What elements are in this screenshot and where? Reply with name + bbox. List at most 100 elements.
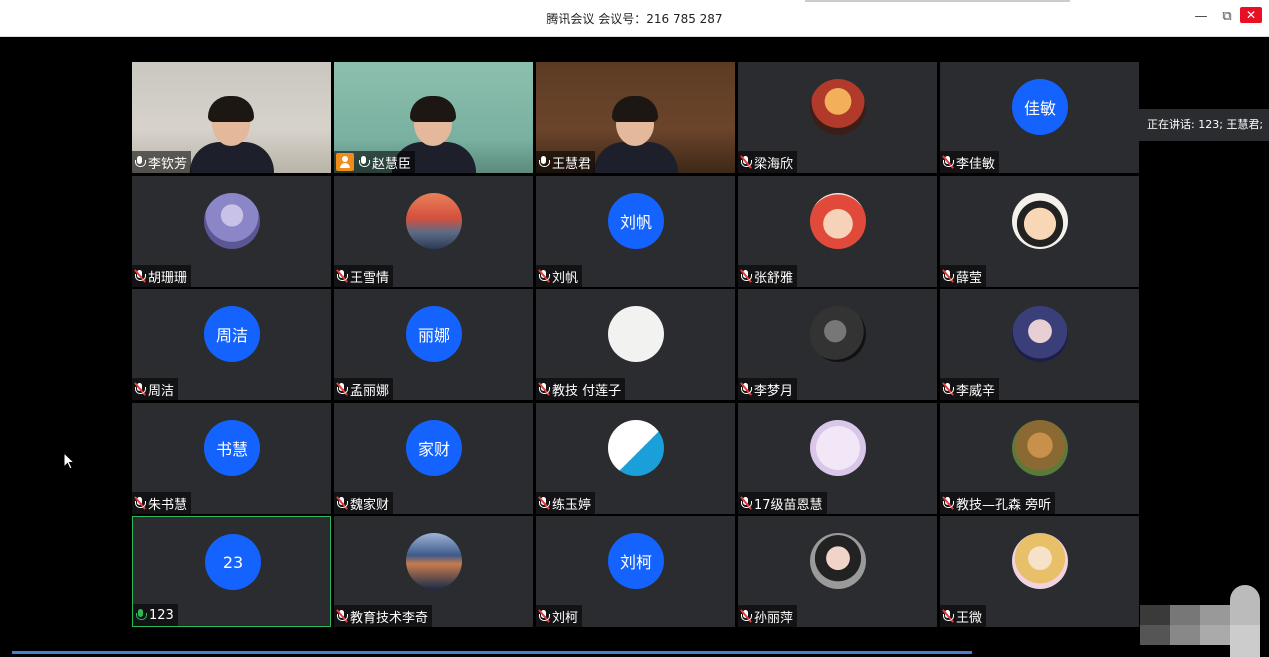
participant-tile[interactable]: 胡珊珊 xyxy=(132,176,331,287)
participant-nameplate: 李钦芳 xyxy=(132,151,192,173)
host-icon xyxy=(336,153,354,171)
mic-icon xyxy=(134,155,146,169)
participant-nameplate: 胡珊珊 xyxy=(132,265,192,287)
mic-slash xyxy=(538,496,550,510)
participant-nameplate: 练玉婷 xyxy=(536,492,596,514)
participant-nameplate: 教技—孔森 旁听 xyxy=(940,492,1056,514)
avatar-initials: 周洁 xyxy=(204,306,260,362)
participant-tile[interactable]: 23 123 xyxy=(132,516,331,627)
photo-avatar xyxy=(204,193,260,249)
participant-tile[interactable]: 教技—孔森 旁听 xyxy=(940,403,1139,514)
participant-tile[interactable]: 王微 xyxy=(940,516,1139,627)
mic-muted-icon xyxy=(538,609,550,623)
participant-name: 孟丽娜 xyxy=(350,383,390,399)
close-button[interactable]: ✕ xyxy=(1240,7,1262,23)
participant-nameplate: 朱书慧 xyxy=(132,492,192,514)
selfie-avatar xyxy=(810,533,866,589)
avatar-initials: 刘帆 xyxy=(608,193,664,249)
participant-nameplate: 17级苗恩慧 xyxy=(738,492,827,514)
minimize-button[interactable]: — xyxy=(1190,8,1212,26)
mic-slash xyxy=(740,155,752,169)
participant-name: 王微 xyxy=(956,610,983,626)
mouse-cursor xyxy=(63,451,76,474)
mic-muted-icon xyxy=(740,496,752,510)
participant-tile[interactable]: 王慧君 xyxy=(536,62,735,173)
participant-name: 胡珊珊 xyxy=(148,270,188,286)
princess-avatar xyxy=(1012,533,1068,589)
mic-slash xyxy=(134,269,146,283)
participant-tile[interactable]: 刘柯 刘柯 xyxy=(536,516,735,627)
participant-name: 朱书慧 xyxy=(148,497,188,513)
participant-nameplate: 魏家财 xyxy=(334,492,394,514)
participant-tile[interactable]: 李威辛 xyxy=(940,289,1139,400)
participant-tile[interactable]: 李钦芳 xyxy=(132,62,331,173)
mic-muted-icon xyxy=(538,382,550,396)
mic-slash xyxy=(942,496,954,510)
participant-tile[interactable]: 练玉婷 xyxy=(536,403,735,514)
mic-muted-icon xyxy=(134,382,146,396)
mic-slash xyxy=(336,496,348,510)
participant-name: 魏家财 xyxy=(350,497,390,513)
mic-muted-icon xyxy=(538,269,550,283)
mic-slash xyxy=(538,269,550,283)
restore-button[interactable]: ⧉ xyxy=(1216,8,1238,26)
mic-slash xyxy=(740,609,752,623)
anime-boy-avatar xyxy=(1012,306,1068,362)
participant-tile[interactable]: 孙丽萍 xyxy=(738,516,937,627)
mic-slash xyxy=(538,382,550,396)
participant-nameplate: 李梦月 xyxy=(738,378,798,400)
participant-tile[interactable]: 教育技术李奇 xyxy=(334,516,533,627)
mic-slash xyxy=(740,496,752,510)
progress-bar xyxy=(12,651,972,654)
participant-tile[interactable]: 家财 魏家财 xyxy=(334,403,533,514)
participant-nameplate: 赵慧臣 xyxy=(334,151,416,173)
participant-nameplate: 教技 付莲子 xyxy=(536,378,626,400)
participant-grid: 李钦芳 赵慧臣 王慧君 梁海欣 佳敏 李佳敏胡珊珊 王雪情 刘帆 刘帆张舒雅 薛莹周洁 周洁 丽娜 孟丽… xyxy=(132,62,1139,627)
mic-icon xyxy=(358,155,370,169)
participant-tile[interactable]: 薛莹 xyxy=(940,176,1139,287)
participant-nameplate: 刘柯 xyxy=(536,605,583,627)
participant-name: 123 xyxy=(149,607,174,623)
mic-slash xyxy=(538,609,550,623)
participant-name: 教技 付莲子 xyxy=(552,383,622,399)
participant-tile[interactable]: 刘帆 刘帆 xyxy=(536,176,735,287)
speaking-indicator: 正在讲话: 123; 王慧君; xyxy=(1139,109,1269,141)
participant-tile[interactable]: 赵慧臣 xyxy=(334,62,533,173)
anime-avatar xyxy=(810,79,866,135)
participant-tile[interactable]: 佳敏 李佳敏 xyxy=(940,62,1139,173)
participant-tile[interactable]: 教技 付莲子 xyxy=(536,289,735,400)
mic-muted-icon xyxy=(336,496,348,510)
mic-slash xyxy=(942,155,954,169)
participant-name: 张舒雅 xyxy=(754,270,794,286)
person-hair xyxy=(410,96,456,122)
participant-nameplate: 张舒雅 xyxy=(738,265,798,287)
cartoon-avatar xyxy=(810,193,866,249)
participant-tile[interactable]: 丽娜 孟丽娜 xyxy=(334,289,533,400)
sea-avatar xyxy=(406,533,462,589)
person-hair xyxy=(208,96,254,122)
participant-nameplate: 李佳敏 xyxy=(940,151,1000,173)
bear-avatar xyxy=(608,420,664,476)
participant-name: 李威辛 xyxy=(956,383,996,399)
mic-muted-icon xyxy=(336,269,348,283)
participant-nameplate: 李威辛 xyxy=(940,378,1000,400)
participant-tile[interactable]: 李梦月 xyxy=(738,289,937,400)
participant-tile[interactable]: 周洁 周洁 xyxy=(132,289,331,400)
participant-name: 梁海欣 xyxy=(754,156,794,172)
participant-name: 教育技术李奇 xyxy=(350,610,429,626)
mic-slash xyxy=(942,382,954,396)
mic-muted-icon xyxy=(942,609,954,623)
mic-muted-icon xyxy=(942,155,954,169)
participant-nameplate: 孙丽萍 xyxy=(738,605,798,627)
avatar-initials: 刘柯 xyxy=(608,533,664,589)
participant-tile[interactable]: 王雪情 xyxy=(334,176,533,287)
participant-tile[interactable]: 张舒雅 xyxy=(738,176,937,287)
participant-name: 李梦月 xyxy=(754,383,794,399)
mic-muted-icon xyxy=(740,609,752,623)
participant-tile[interactable]: 17级苗恩慧 xyxy=(738,403,937,514)
participant-tile[interactable]: 书慧 朱书慧 xyxy=(132,403,331,514)
participant-nameplate: 教育技术李奇 xyxy=(334,605,433,627)
participant-tile[interactable]: 梁海欣 xyxy=(738,62,937,173)
participant-nameplate: 王慧君 xyxy=(536,151,596,173)
mic-slash xyxy=(740,382,752,396)
